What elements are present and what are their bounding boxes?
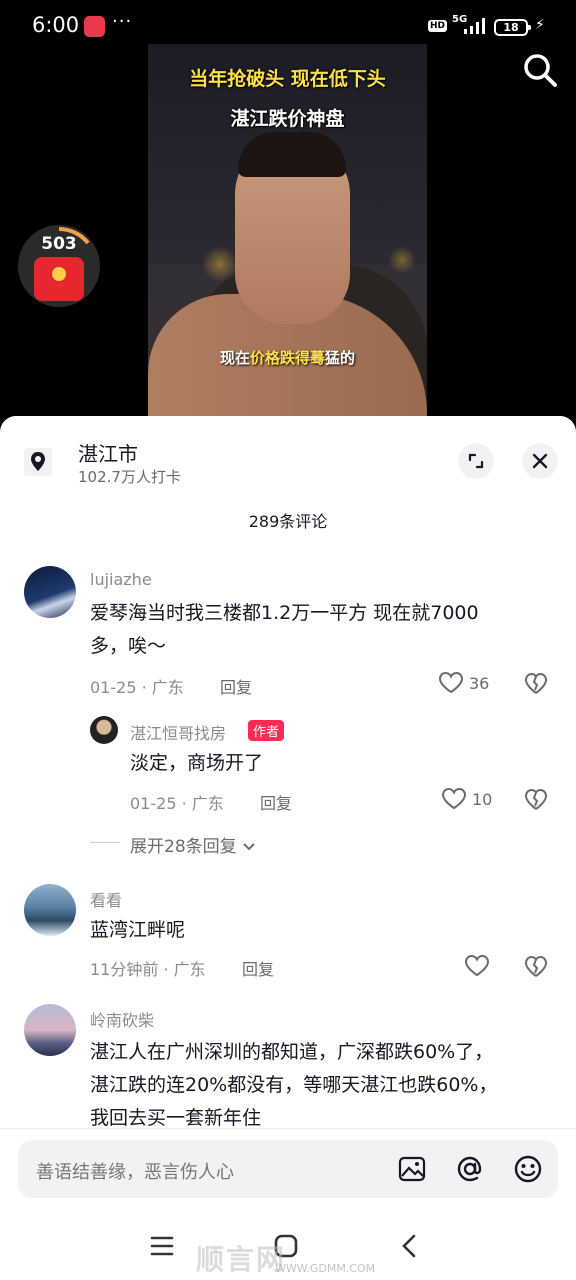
status-time: 6:00 [32,13,80,37]
comment-username[interactable]: 看看 [90,887,122,911]
red-packet-widget[interactable]: 503 [18,225,100,307]
author-badge: 作者 [248,720,285,741]
comment-meta: 01-25 · 广东 [90,678,184,697]
status-more: ··· [112,11,133,32]
expand-button[interactable] [458,443,494,479]
app-notification-icon [84,16,105,37]
dislike-icon[interactable] [524,788,548,812]
video-caption-line1: 当年抢破头 现在低下头 [189,68,386,90]
red-packet-count: 503 [41,234,77,254]
comment-count: 289条评论 [248,512,328,531]
back-icon[interactable] [396,1232,424,1260]
like-icon[interactable] [464,954,490,978]
reply-button[interactable]: 回复 [260,790,292,814]
status-bar: 6:00 ··· HD 5G 18 ⚡ [0,0,576,44]
divider [90,842,120,843]
reply-button[interactable]: 回复 [220,674,252,698]
video-caption-line2: 湛江跌价神盘 [230,108,345,130]
search-icon[interactable] [520,50,560,90]
image-icon[interactable] [396,1153,428,1185]
comment-username[interactable]: 湛江恒哥找房 [130,720,226,744]
expand-replies-button[interactable]: 展开28条回复 [130,832,256,857]
dislike-icon[interactable] [524,672,548,696]
like-icon[interactable] [441,787,467,811]
chevron-down-icon [243,843,255,851]
avatar[interactable] [24,1004,76,1056]
comment-input-placeholder: 善语结善缘，恶言伤人心 [36,1162,234,1183]
close-button[interactable] [522,443,558,479]
menu-icon[interactable] [148,1232,176,1260]
video-player[interactable]: 当年抢破头 现在低下头 湛江跌价神盘 现在价格跌得蓦猛的 [148,44,427,420]
watermark-url: WWW.GDMM.COM [275,1262,376,1275]
expand-icon [468,453,484,469]
location-checkins: 102.7万人打卡 [78,468,181,486]
like-count: 10 [472,790,493,809]
watermark: 顺言网 [196,1243,287,1276]
comment-text: 淡定，商场开了 [130,752,264,774]
emoji-icon[interactable] [512,1153,544,1185]
comment-text: 蓝湾江畔呢 [90,919,186,941]
battery-icon: 18 [494,19,531,36]
location-pin-icon [24,448,52,476]
hd-icon: HD [428,20,448,32]
signal-icon [464,18,485,34]
mention-icon[interactable] [454,1153,486,1185]
charging-icon: ⚡ [535,17,545,33]
like-icon[interactable] [438,671,464,695]
avatar[interactable] [24,884,76,936]
comment-meta: 01-25 · 广东 [130,794,224,813]
like-count: 36 [469,674,490,693]
comment-meta: 11分钟前 · 广东 [90,960,206,979]
comment-text: 爱琴海当时我三楼都1.2万一平方 现在就7000 多，唉～ [90,602,479,657]
avatar[interactable] [90,716,118,744]
avatar[interactable] [24,566,76,618]
dislike-icon[interactable] [524,955,548,979]
comment-username[interactable]: 岭南砍柴 [90,1007,154,1031]
comment-text: 湛江人在广州深圳的都知道，广深都跌60%了， 湛江跌的连20%都没有，等哪天湛江… [90,1041,498,1129]
reply-button[interactable]: 回复 [242,956,274,980]
comment-username[interactable]: lujiazhe [90,570,152,589]
red-envelope-icon [34,257,84,301]
video-subtitle: 现在价格跌得蓦猛的 [219,349,356,367]
close-icon [532,453,548,469]
location-name[interactable]: 湛江市 [78,438,138,467]
